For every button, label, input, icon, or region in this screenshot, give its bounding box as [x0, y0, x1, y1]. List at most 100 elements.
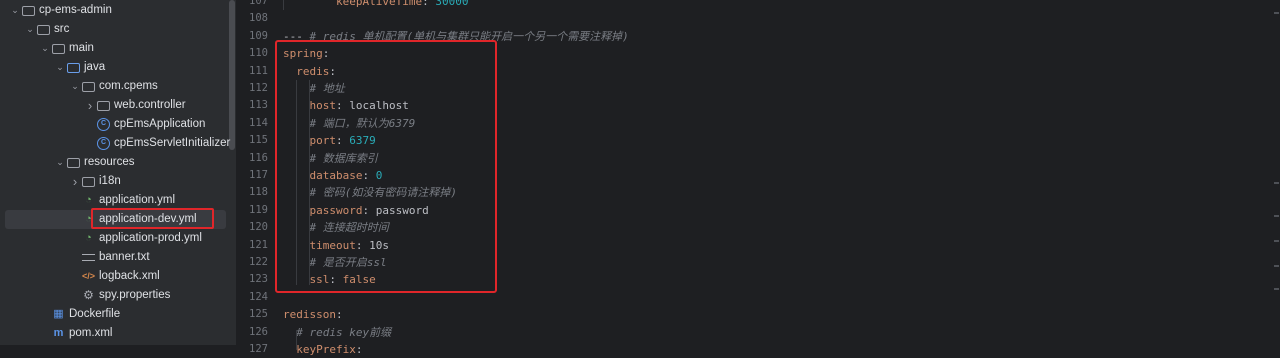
- properties-file-icon: ⚙: [83, 288, 94, 302]
- code-line[interactable]: # redis key前缀: [283, 324, 391, 341]
- tree-item-label: main: [69, 42, 94, 54]
- tree-item-label: application-prod.yml: [99, 232, 202, 244]
- code-token: # redis key前缀: [296, 325, 392, 339]
- tree-item-label: Dockerfile: [69, 308, 121, 320]
- tree-item[interactable]: banner.txt: [0, 248, 236, 267]
- folder-icon: [52, 44, 65, 54]
- line-number: 117: [249, 169, 268, 181]
- line-number: 127: [249, 343, 268, 355]
- tree-item-label: web.controller: [114, 99, 186, 111]
- line-number: 116: [249, 151, 268, 164]
- line-number: 125: [249, 308, 268, 321]
- indent-guide: [283, 0, 284, 10]
- editor-scrollbar[interactable]: [1272, 0, 1280, 345]
- code-token: keepAliveTime: [335, 0, 423, 8]
- line-number: 122: [249, 256, 268, 268]
- tree-item[interactable]: CcpEmsServletInitializer: [0, 134, 236, 153]
- chevron-down-icon[interactable]: ⌄: [55, 58, 65, 77]
- tree-item[interactable]: ⌄ resources: [0, 153, 236, 172]
- tree-item-label: pom.xml: [69, 327, 113, 339]
- folder-icon: [37, 25, 50, 35]
- chevron-down-icon[interactable]: ⌄: [10, 1, 20, 20]
- line-number: 112: [249, 82, 268, 94]
- folder-icon: [22, 6, 35, 16]
- code-token: :: [422, 0, 436, 8]
- tree-item[interactable]: › i18n: [0, 172, 236, 191]
- selected-file-highlight: [91, 208, 214, 229]
- chevron-down-icon[interactable]: ⌄: [25, 20, 35, 39]
- tree-item[interactable]: ⌄ cp-ems-admin: [0, 1, 236, 20]
- scrollbar-mark: [1274, 12, 1279, 14]
- line-number: 109: [249, 29, 268, 42]
- scrollbar-mark: [1274, 240, 1279, 242]
- tree-item[interactable]: ⌄ main: [0, 39, 236, 58]
- code-line[interactable]: keepAliveTime: 30000: [283, 0, 468, 10]
- tree-item-label: i18n: [99, 175, 121, 187]
- resources-folder-icon: [67, 158, 80, 168]
- scrollbar-mark: [1274, 182, 1279, 184]
- tree-item-label: logback.xml: [99, 270, 160, 282]
- tree-item[interactable]: ⚙ spy.properties: [0, 286, 236, 305]
- scrollbar-mark: [1274, 288, 1279, 290]
- scrollbar-mark: [1274, 265, 1279, 267]
- xml-file-icon: </>: [82, 271, 96, 281]
- scrollbar-mark: [1274, 215, 1279, 217]
- chevron-right-icon[interactable]: ›: [70, 172, 80, 191]
- class-icon: C: [97, 137, 110, 150]
- package-icon: [97, 101, 110, 111]
- line-number: 123: [249, 273, 268, 286]
- tree-item-label: cpEmsServletInitializer: [114, 137, 231, 149]
- line-number-gutter: 107 108 109 110 111 112 113 114 115 116 117 118 119 1…: [236, 0, 278, 355]
- line-number: 110: [249, 47, 268, 60]
- tree-item[interactable]: m pom.xml: [0, 324, 236, 343]
- tree-item[interactable]: ⌄ src: [0, 20, 236, 39]
- line-number: 119: [249, 203, 268, 216]
- code-line[interactable]: redisson:: [283, 306, 343, 323]
- tree-item[interactable]: ◔ application-prod.yml: [0, 229, 236, 248]
- tree-item[interactable]: </> logback.xml: [0, 267, 236, 286]
- tree-item[interactable]: CcpEmsApplication: [0, 115, 236, 134]
- line-number: 118: [249, 186, 268, 199]
- tree-item-label: resources: [84, 156, 135, 168]
- chevron-down-icon[interactable]: ⌄: [70, 77, 80, 96]
- line-number: 115: [249, 134, 268, 147]
- tree-item-label: src: [54, 23, 70, 35]
- text-file-icon: [82, 254, 95, 261]
- line-number: 121: [249, 238, 268, 251]
- tree-item[interactable]: ⌄ java: [0, 58, 236, 77]
- tree-item[interactable]: ▦ Dockerfile: [0, 305, 236, 324]
- chevron-down-icon[interactable]: ⌄: [40, 39, 50, 58]
- tree-item-label: java: [84, 61, 106, 73]
- yaml-file-icon: ◔: [85, 232, 92, 244]
- redis-config-highlight: [275, 40, 497, 293]
- tree-item-label: cpEmsApplication: [114, 118, 206, 130]
- line-number: 126: [249, 325, 268, 338]
- chevron-right-icon[interactable]: ›: [85, 96, 95, 115]
- code-token: :: [335, 308, 343, 322]
- line-number: 107: [249, 0, 268, 7]
- tree-item-label: spy.properties: [99, 289, 171, 301]
- tree-item-label: banner.txt: [99, 251, 150, 263]
- line-number: 114: [249, 116, 268, 129]
- yaml-file-icon: ◔: [85, 194, 92, 206]
- source-folder-icon: [67, 63, 80, 73]
- class-icon: C: [97, 118, 110, 131]
- line-number: 120: [249, 221, 268, 234]
- tree-item[interactable]: ⌄ com.cpems: [0, 77, 236, 96]
- indent-guide: [296, 330, 297, 350]
- code-line[interactable]: keyPrefix:: [283, 341, 362, 358]
- code-token: redisson: [283, 308, 336, 322]
- chevron-down-icon[interactable]: ⌄: [55, 153, 65, 172]
- folder-icon: [82, 177, 95, 187]
- line-number: 108: [249, 12, 268, 25]
- docker-file-icon: ▦: [53, 308, 64, 320]
- project-tree: ⌄ cp-ems-admin ⌄ src ⌄ main ⌄ java ⌄ com.cpems › we…: [0, 0, 236, 345]
- line-number: 124: [249, 290, 268, 303]
- tree-item-label: cp-ems-admin: [39, 4, 112, 16]
- tree-item[interactable]: › web.controller: [0, 96, 236, 115]
- line-number: 111: [249, 64, 268, 77]
- maven-file-icon: m: [53, 327, 64, 339]
- line-number: 113: [249, 99, 268, 112]
